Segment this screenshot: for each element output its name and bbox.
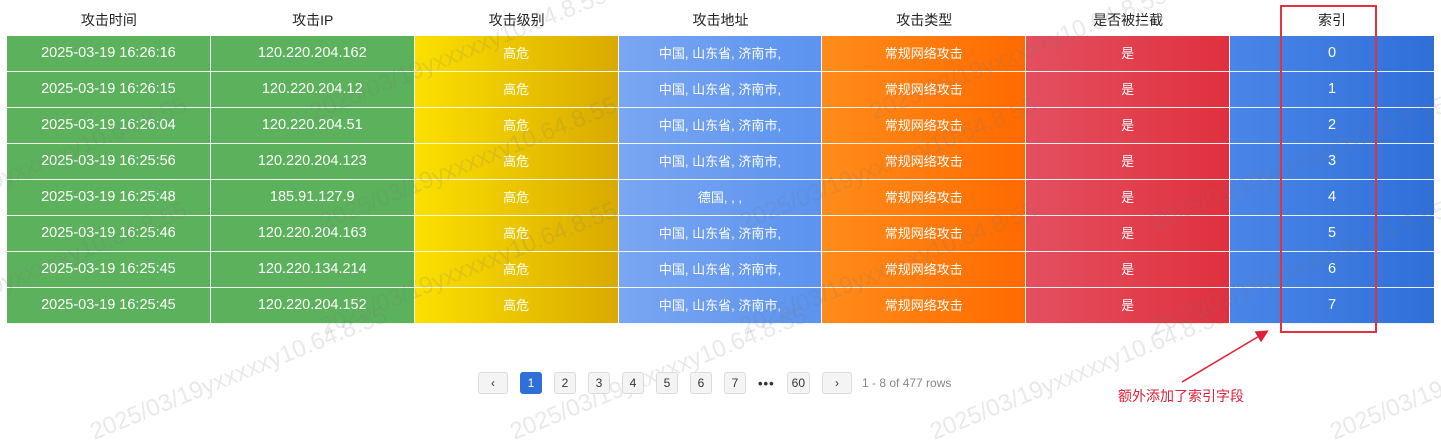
table-row[interactable]: 2025-03-19 16:25:45 120.220.134.214 高危 中国, … [7,252,1434,288]
cell-attack-ip: 120.220.204.152 [210,288,415,324]
cell-attack-address: 中国, 山东省, 济南市, [618,72,823,108]
header-attack-address[interactable]: 攻击地址 [619,0,823,36]
cell-attack-ip: 120.220.204.123 [210,144,415,180]
cell-attack-address: 中国, 山东省, 济南市, [618,36,823,72]
page-button-4[interactable]: 4 [622,372,644,394]
cell-attack-type: 常规网络攻击 [822,72,1027,108]
cell-attack-level: 高危 [414,144,619,180]
cell-attack-ip: 120.220.204.12 [210,72,415,108]
cell-attack-time: 2025-03-19 16:25:48 [7,180,211,216]
pagination-ellipsis[interactable]: ••• [758,376,775,391]
table-row[interactable]: 2025-03-19 16:25:46 120.220.204.163 高危 中国, … [7,216,1434,252]
cell-attack-address: 中国, 山东省, 济南市, [618,216,823,252]
annotation-arrow-icon [1181,330,1269,383]
cell-attack-time: 2025-03-19 16:26:04 [7,108,211,144]
header-attack-ip[interactable]: 攻击IP [211,0,415,36]
cell-blocked: 是 [1026,252,1231,288]
chevron-right-icon: › [835,376,840,390]
cell-attack-ip: 120.220.204.163 [210,216,415,252]
cell-attack-ip: 120.220.204.51 [210,108,415,144]
page-button-last[interactable]: 60 [786,372,811,394]
page-button-1[interactable]: 1 [520,372,542,394]
cell-attack-type: 常规网络攻击 [822,252,1027,288]
cell-attack-level: 高危 [414,252,619,288]
page-button-7[interactable]: 7 [724,372,746,394]
cell-attack-ip: 120.220.134.214 [210,252,415,288]
next-page-button[interactable]: › [822,372,853,394]
pagination-info: 1 - 8 of 477 rows [862,376,952,390]
header-attack-type[interactable]: 攻击类型 [822,0,1026,36]
cell-attack-type: 常规网络攻击 [822,108,1027,144]
cell-blocked: 是 [1026,72,1231,108]
cell-attack-address: 德国, , , [618,180,823,216]
table-row[interactable]: 2025-03-19 16:26:15 120.220.204.12 高危 中国, 山… [7,72,1434,108]
table-row[interactable]: 2025-03-19 16:25:56 120.220.204.123 高危 中国, … [7,144,1434,180]
cell-attack-time: 2025-03-19 16:25:45 [7,252,211,288]
cell-attack-level: 高危 [414,216,619,252]
highlight-box [1280,5,1377,333]
table-row[interactable]: 2025-03-19 16:26:04 120.220.204.51 高危 中国, 山… [7,108,1434,144]
header-attack-time[interactable]: 攻击时间 [7,0,211,36]
page-button-5[interactable]: 5 [656,372,678,394]
cell-attack-type: 常规网络攻击 [822,144,1027,180]
cell-attack-address: 中国, 山东省, 济南市, [618,288,823,324]
cell-blocked: 是 [1026,216,1231,252]
header-attack-level[interactable]: 攻击级别 [415,0,619,36]
cell-attack-address: 中国, 山东省, 济南市, [618,144,823,180]
cell-attack-time: 2025-03-19 16:26:16 [7,36,211,72]
table-header: 攻击时间 攻击IP 攻击级别 攻击地址 攻击类型 是否被拦截 索引 [7,0,1434,36]
page-button-3[interactable]: 3 [588,372,610,394]
annotation-text: 额外添加了索引字段 [1118,388,1244,404]
cell-attack-type: 常规网络攻击 [822,180,1027,216]
cell-attack-time: 2025-03-19 16:26:15 [7,72,211,108]
cell-attack-type: 常规网络攻击 [822,36,1027,72]
chevron-left-icon: ‹ [491,376,495,390]
page-button-2[interactable]: 2 [554,372,576,394]
cell-attack-level: 高危 [414,180,619,216]
cell-attack-type: 常规网络攻击 [822,288,1027,324]
cell-attack-level: 高危 [414,36,619,72]
table-row[interactable]: 2025-03-19 16:25:48 185.91.127.9 高危 德国, , ,… [7,180,1434,216]
cell-attack-level: 高危 [414,108,619,144]
cell-attack-time: 2025-03-19 16:25:46 [7,216,211,252]
header-blocked[interactable]: 是否被拦截 [1026,0,1230,36]
cell-attack-address: 中国, 山东省, 济南市, [618,108,823,144]
cell-attack-time: 2025-03-19 16:25:45 [7,288,211,324]
cell-blocked: 是 [1026,36,1231,72]
cell-blocked: 是 [1026,144,1231,180]
cell-attack-level: 高危 [414,288,619,324]
page-button-6[interactable]: 6 [690,372,712,394]
cell-attack-time: 2025-03-19 16:25:56 [7,144,211,180]
cell-attack-address: 中国, 山东省, 济南市, [618,252,823,288]
cell-attack-ip: 185.91.127.9 [210,180,415,216]
table-body: 2025-03-19 16:26:16 120.220.204.162 高危 中国, … [7,36,1434,324]
cell-attack-level: 高危 [414,72,619,108]
attack-log-table: 攻击时间 攻击IP 攻击级别 攻击地址 攻击类型 是否被拦截 索引 2025-0… [7,0,1434,324]
cell-attack-type: 常规网络攻击 [822,216,1027,252]
cell-blocked: 是 [1026,108,1231,144]
prev-page-button[interactable]: ‹ [478,372,508,394]
cell-attack-ip: 120.220.204.162 [210,36,415,72]
table-row[interactable]: 2025-03-19 16:26:16 120.220.204.162 高危 中国, … [7,36,1434,72]
pagination: ‹ 1 2 3 4 5 6 7 ••• 60 › 1 - 8 of 477 ro… [478,372,951,394]
cell-blocked: 是 [1026,180,1231,216]
